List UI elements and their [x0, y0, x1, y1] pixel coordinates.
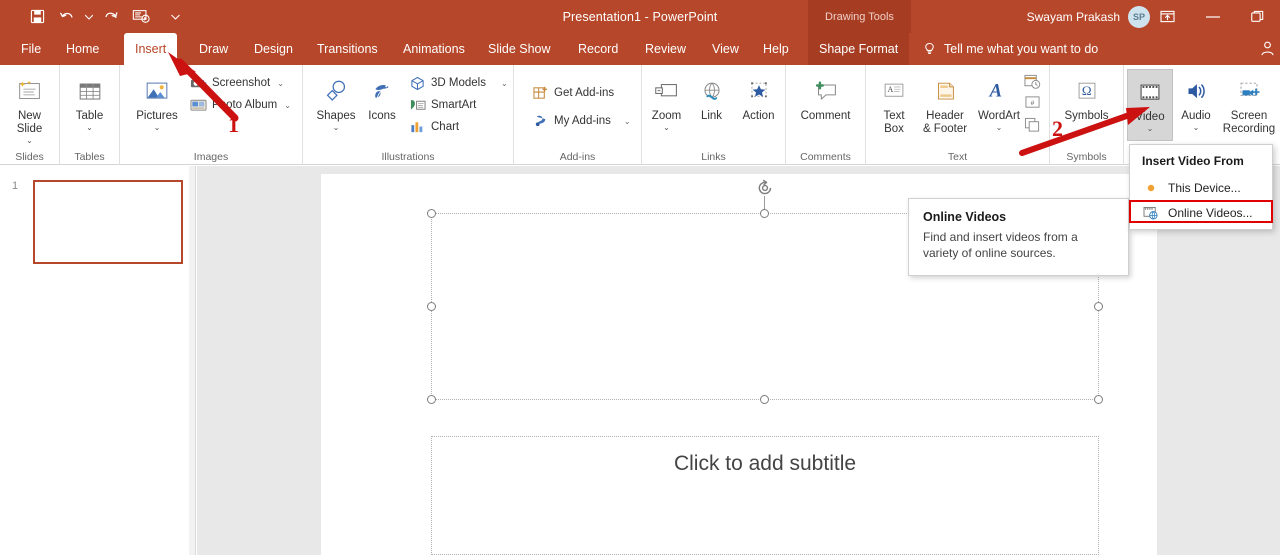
- annotation-number-2: 2: [1052, 116, 1063, 141]
- annotation-arrow-2: [1019, 107, 1150, 156]
